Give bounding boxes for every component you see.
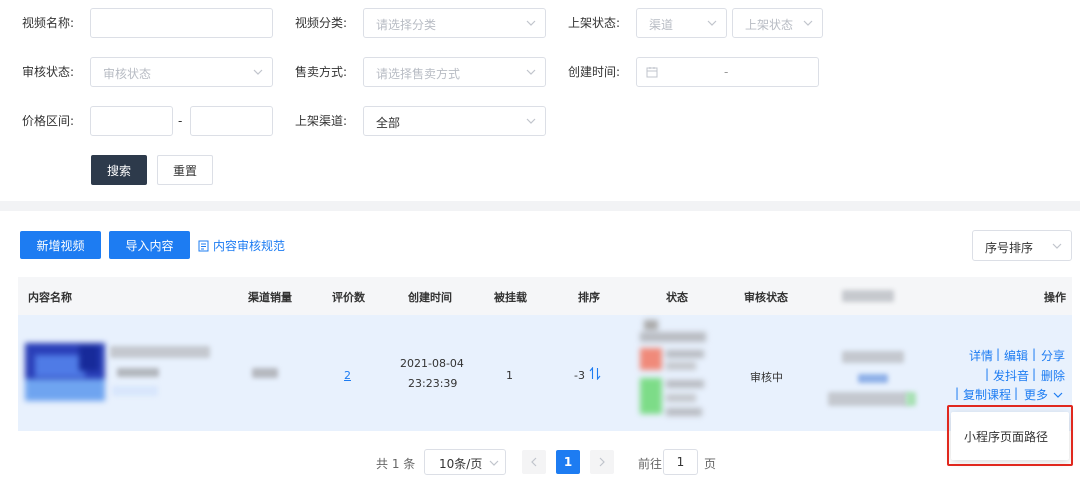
header-review-status: 审核状态	[744, 291, 788, 304]
rating-count-link[interactable]: 2	[344, 369, 351, 382]
edit-action[interactable]: 编辑	[1004, 347, 1028, 364]
channel-select[interactable]: 渠道	[636, 8, 727, 38]
reset-button[interactable]: 重置	[157, 155, 213, 185]
listing-channel-label: 上架渠道:	[295, 114, 348, 128]
chevron-down-icon	[803, 20, 813, 26]
channel-placeholder: 渠道	[649, 18, 674, 32]
mounted-count: 1	[506, 369, 513, 382]
review-status-select[interactable]: 审核状态	[90, 57, 273, 87]
created-time-label: 创建时间:	[568, 65, 621, 79]
video-name-input[interactable]	[90, 8, 273, 38]
action-separator: |	[955, 386, 960, 400]
goto-page-input[interactable]: 1	[663, 449, 698, 475]
created-date: 2021-08-04	[400, 357, 464, 370]
delete-action[interactable]: 删除	[1041, 367, 1065, 384]
listing-status-label: 上架状态:	[568, 16, 621, 30]
goto-suffix: 页	[704, 457, 717, 471]
blurred-extra-line-2	[858, 374, 888, 383]
page-size-select[interactable]: 10条/页	[424, 449, 506, 475]
douyin-action[interactable]: 发抖音	[993, 367, 1029, 384]
chevron-left-icon	[531, 457, 537, 467]
blurred-extra-line-1	[842, 351, 904, 363]
goto-prefix: 前往	[638, 457, 663, 471]
table-header	[18, 277, 1072, 315]
import-content-button[interactable]: 导入内容	[109, 231, 190, 259]
price-range-separator: -	[178, 114, 183, 128]
sort-value: -3	[574, 369, 585, 382]
sale-method-select[interactable]: 请选择售卖方式	[363, 57, 546, 87]
highlight-box	[947, 405, 1073, 466]
video-thumbnail[interactable]	[25, 343, 105, 401]
chevron-down-icon[interactable]	[1053, 390, 1063, 400]
next-page-button[interactable]	[590, 450, 614, 474]
blurred-header	[842, 290, 894, 302]
date-range-separator: -	[724, 65, 729, 79]
video-category-label: 视频分类:	[295, 16, 348, 30]
chevron-down-icon	[707, 20, 717, 26]
chevron-down-icon	[526, 118, 536, 124]
header-created-time: 创建时间	[408, 291, 452, 304]
more-action[interactable]: 更多	[1024, 386, 1048, 403]
pagination-total: 共 1 条	[376, 457, 416, 471]
header-status: 状态	[666, 291, 688, 304]
header-mounted: 被挂载	[494, 291, 527, 304]
header-content-name: 内容名称	[28, 291, 72, 304]
chevron-down-icon	[526, 20, 536, 26]
review-status-value: 审核中	[750, 371, 783, 384]
listing-status-placeholder: 上架状态	[745, 18, 794, 32]
chevron-down-icon	[1052, 243, 1062, 249]
chevron-right-icon	[599, 457, 605, 467]
sort-order-value: 序号排序	[985, 241, 1034, 255]
sort-order-select[interactable]: 序号排序	[972, 230, 1072, 261]
chevron-down-icon	[489, 460, 499, 466]
price-range-label: 价格区间:	[22, 114, 75, 128]
detail-action[interactable]: 详情	[969, 347, 993, 364]
sale-method-placeholder: 请选择售卖方式	[376, 67, 461, 81]
sort-swap-icon[interactable]	[589, 367, 601, 380]
blurred-status	[636, 320, 712, 426]
video-category-select[interactable]: 请选择分类	[363, 8, 546, 38]
header-channel-sales: 渠道销量	[248, 291, 292, 304]
review-status-label: 审核状态:	[22, 65, 75, 79]
video-category-placeholder: 请选择分类	[376, 18, 437, 32]
review-guidelines-label: 内容审核规范	[213, 239, 286, 253]
copy-course-action[interactable]: 复制课程	[963, 386, 1011, 403]
blurred-title	[110, 346, 210, 358]
header-rating-count: 评价数	[332, 291, 365, 304]
blurred-channel-sales	[252, 368, 278, 378]
created-time-range-picker[interactable]: -	[636, 57, 819, 87]
header-actions: 操作	[1044, 291, 1066, 304]
prev-page-button[interactable]	[522, 450, 546, 474]
chevron-down-icon	[526, 69, 536, 75]
page-1-button[interactable]: 1	[556, 450, 580, 474]
chevron-down-icon	[253, 69, 263, 75]
blurred-tag	[112, 386, 158, 396]
review-guidelines-link[interactable]: 内容审核规范	[198, 237, 285, 254]
price-max-input[interactable]	[190, 106, 273, 136]
price-min-input[interactable]	[90, 106, 173, 136]
action-separator: |	[996, 347, 1001, 361]
share-action[interactable]: 分享	[1041, 347, 1065, 364]
document-icon	[198, 240, 209, 251]
listing-status-select[interactable]: 上架状态	[732, 8, 823, 38]
table-row[interactable]	[18, 315, 1072, 431]
listing-channel-value: 全部	[376, 116, 401, 130]
action-separator: |	[1014, 386, 1019, 400]
review-status-placeholder: 审核状态	[103, 67, 152, 81]
video-name-label: 视频名称:	[22, 16, 75, 30]
header-sort: 排序	[578, 291, 600, 304]
action-separator: |	[1032, 347, 1037, 361]
search-button[interactable]: 搜索	[91, 155, 147, 185]
blurred-subtitle	[117, 368, 159, 377]
action-separator: |	[1032, 367, 1037, 381]
calendar-icon	[646, 67, 658, 78]
created-clock: 23:23:39	[408, 377, 458, 390]
add-video-button[interactable]: 新增视频	[20, 231, 101, 259]
page-size-value: 10条/页	[439, 457, 483, 471]
blurred-extra-line-3	[828, 392, 908, 406]
sale-method-label: 售卖方式:	[295, 65, 348, 79]
action-separator: |	[985, 367, 990, 381]
listing-channel-select[interactable]: 全部	[363, 106, 546, 136]
blurred-extra-accent	[906, 392, 916, 406]
